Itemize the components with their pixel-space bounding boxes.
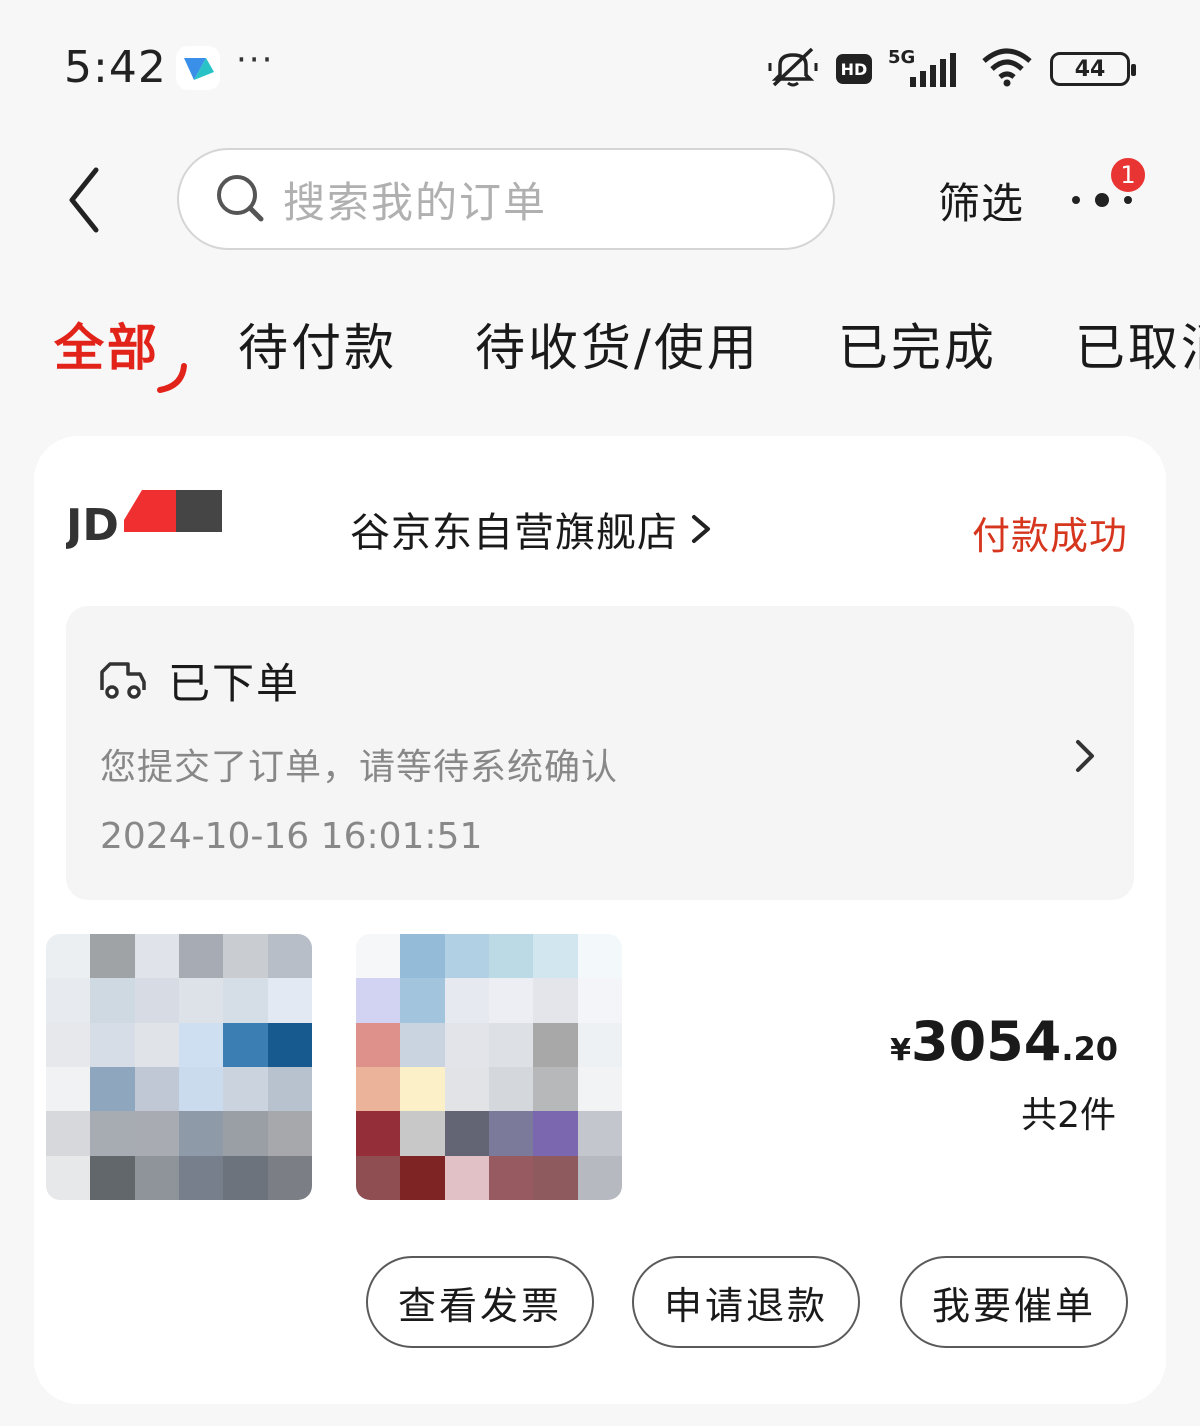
search-placeholder: 搜索我的订单 [283,177,548,227]
truck-icon [98,660,148,700]
back-button[interactable] [58,160,118,240]
wifi-icon [980,47,1034,91]
status-bar: 5:42 ··· HD 5G 44 [0,0,1200,130]
store-name: 谷京东自营旗舰店 [350,510,678,556]
order-price: ¥ 3054 .20 [890,1010,1118,1073]
product-image[interactable] [356,934,622,1200]
notification-badge: 1 [1108,155,1148,195]
request-refund-button[interactable]: 申请退款 [632,1256,860,1348]
jd-store-logo: JD [63,490,226,551]
tab-pending-receipt[interactable]: 待收货/使用 [475,308,760,388]
store-link[interactable]: 谷京东自营旗舰店 [350,500,714,558]
tab-cancelled[interactable]: 已取消 [1075,308,1200,388]
mute-icon [766,45,820,93]
search-icon [213,171,265,227]
tracking-title: 已下单 [168,659,301,708]
filter-button[interactable]: 筛选 [938,170,1024,231]
battery-icon: 44 [1050,52,1136,86]
item-count: 共2件 [1021,1095,1116,1136]
urge-order-button[interactable]: 我要催单 [900,1256,1128,1348]
cellular-signal-icon: 5G [888,47,964,89]
tab-all[interactable]: 全部 [54,308,187,393]
tab-completed[interactable]: 已完成 [838,308,997,388]
svg-text:JD: JD [66,500,119,550]
status-icons: HD 5G 44 [766,44,1136,94]
chevron-right-icon [692,515,710,543]
search-input[interactable]: 搜索我的订单 [177,148,835,250]
chevron-right-icon [1070,736,1100,776]
hd-icon: HD [836,54,872,84]
clock: 5:42 [64,42,167,93]
order-tabs: 全部 待付款 待收货/使用 已完成 已取消 [54,308,1200,393]
order-status: 付款成功 [972,514,1129,558]
tracking-message: 您提交了订单，请等待系统确认 [100,747,619,788]
view-invoice-button[interactable]: 查看发票 [366,1256,594,1348]
product-image[interactable] [46,934,312,1200]
app-notification-icon [176,46,220,90]
active-tab-indicator [157,363,187,393]
more-notifications-icon: ··· [236,40,275,80]
tab-pending-payment[interactable]: 待付款 [238,308,397,388]
tracking-time: 2024-10-16 16:01:51 [100,816,483,857]
